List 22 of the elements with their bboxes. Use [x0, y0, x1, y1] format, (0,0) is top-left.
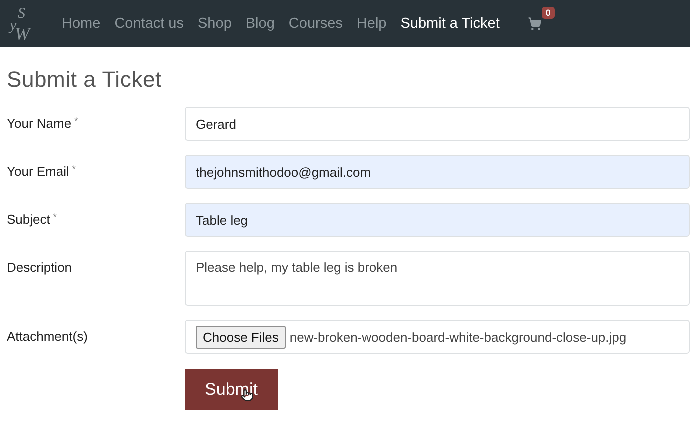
choose-files-button[interactable]: Choose Files [196, 326, 286, 348]
page-title: Submit a Ticket [7, 67, 163, 93]
field-label: Your Email * [6, 163, 77, 179]
text-field[interactable]: thejohnsmithodoo@gmail.com [185, 155, 690, 189]
nav-link[interactable]: Home [62, 16, 101, 32]
nav-link[interactable]: Blog [246, 16, 275, 32]
text-field[interactable]: Gerard [185, 107, 690, 141]
field-label: Attachment(s) [6, 328, 89, 344]
nav-link[interactable]: Help [356, 16, 387, 32]
field-label: Your Name * [6, 115, 80, 131]
text-field[interactable]: Table leg [185, 203, 690, 237]
cart-count: 0 [542, 6, 555, 18]
cart-icon[interactable] [528, 16, 542, 30]
nav-link[interactable]: Shop [198, 16, 232, 32]
file-name: new-broken-wooden-board-white-background-close-up.jpg [290, 330, 627, 344]
nav-link[interactable]: Submit a Ticket [400, 16, 500, 32]
description-field[interactable]: Please help, my table leg is broken [185, 251, 690, 306]
field-label: Description [6, 259, 74, 275]
nav-link[interactable]: Contact us [114, 16, 184, 32]
submit-button[interactable]: Submit [185, 369, 278, 410]
nav-link[interactable]: Courses [288, 16, 343, 32]
field-label: Subject * [6, 211, 58, 227]
